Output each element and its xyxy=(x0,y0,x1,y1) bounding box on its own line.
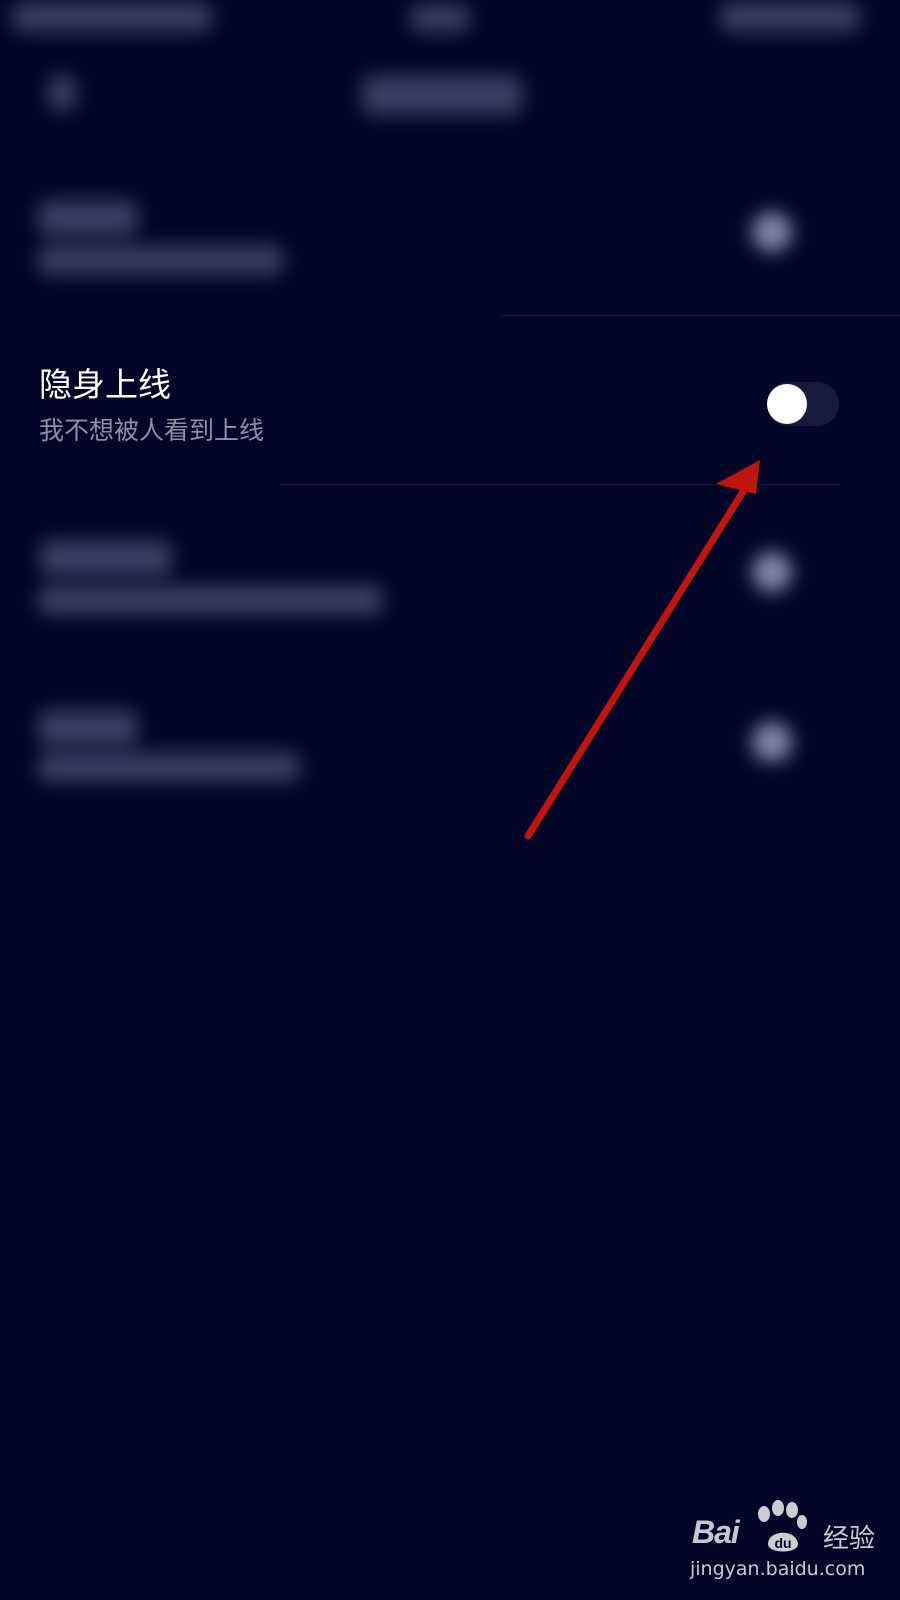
setting-description: 我不想被人看到上线 xyxy=(39,416,265,445)
blurred-row-4-title xyxy=(38,710,138,746)
blurred-row-3-title xyxy=(40,540,172,576)
invisible-login-toggle[interactable] xyxy=(767,382,839,426)
divider xyxy=(500,315,900,316)
blurred-row-1-title xyxy=(38,200,138,236)
blurred-header-title xyxy=(362,75,522,115)
baidu-paw-icon: du xyxy=(758,1500,807,1552)
watermark-url: jingyan.baidu.com xyxy=(690,1558,866,1580)
blurred-row-1-desc xyxy=(38,245,283,275)
screen: 隐身上线 我不想被人看到上线 Bai du 经验 jingyan.baidu.c… xyxy=(0,0,900,1600)
blurred-row-4-toggle[interactable] xyxy=(752,722,792,762)
setting-title: 隐身上线 xyxy=(39,365,171,404)
watermark-product: 经验 xyxy=(823,1524,876,1554)
divider xyxy=(280,484,840,485)
blurred-row-1-toggle[interactable] xyxy=(752,212,792,252)
blurred-status-right xyxy=(720,2,860,32)
watermark-brand: Bai xyxy=(692,1514,740,1550)
blurred-row-4-desc xyxy=(38,752,300,782)
setting-row-invisible-login[interactable]: 隐身上线 我不想被人看到上线 xyxy=(0,330,900,490)
blurred-back-button[interactable] xyxy=(48,75,76,111)
blurred-status-center xyxy=(410,4,470,32)
blurred-row-3-desc xyxy=(38,585,383,615)
svg-text:du: du xyxy=(774,1535,791,1551)
toggle-knob[interactable] xyxy=(767,384,807,424)
blurred-status-left xyxy=(12,2,212,32)
blurred-row-3-toggle[interactable] xyxy=(752,552,792,592)
watermark: Bai du 经验 jingyan.baidu.com xyxy=(688,1500,888,1590)
